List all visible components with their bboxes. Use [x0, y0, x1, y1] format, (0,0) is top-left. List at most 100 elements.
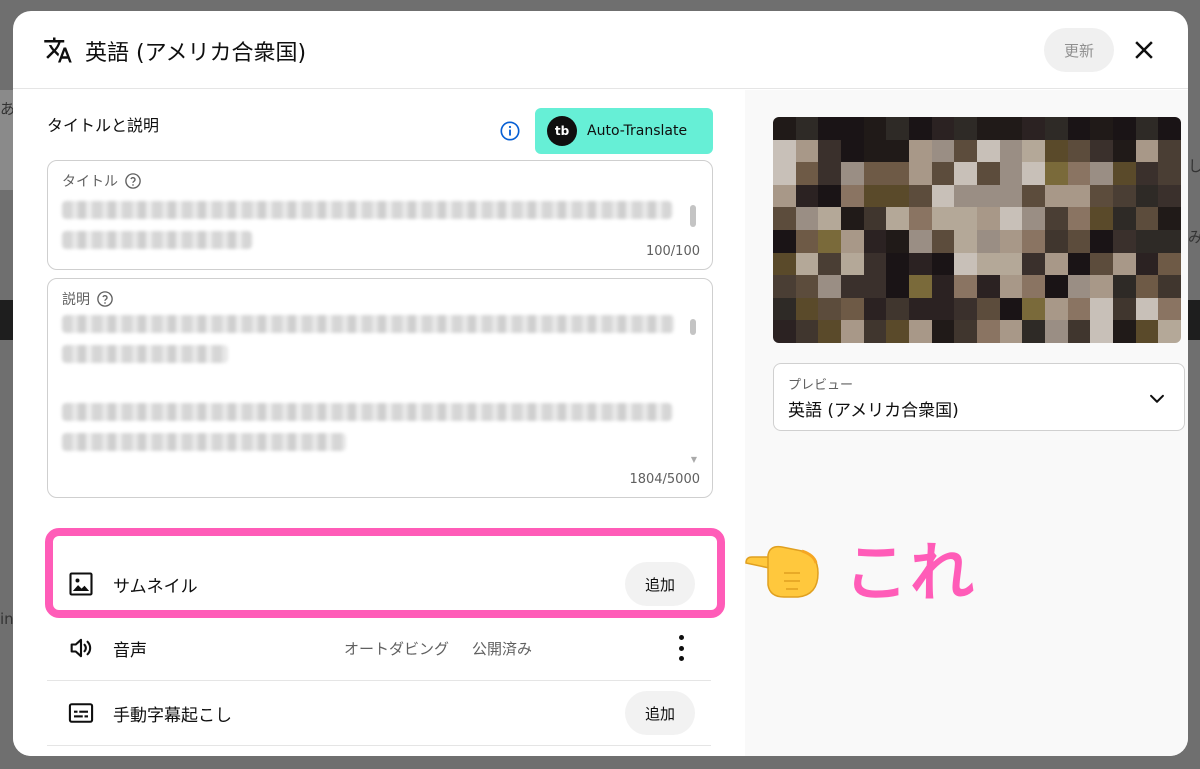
thumbnail-pixel — [1044, 252, 1068, 276]
update-button[interactable]: 更新 — [1044, 28, 1114, 72]
dubbing-label: オートダビング — [344, 639, 450, 658]
info-icon[interactable] — [499, 120, 521, 142]
form-pane: タイトルと説明 tb Auto-Translate タイトル 100/100 説… — [13, 90, 745, 756]
thumbnail-pixel — [818, 230, 841, 253]
thumbnail-pixel — [999, 297, 1023, 321]
scrollbar[interactable] — [690, 205, 696, 227]
thumbnail-pixel — [886, 184, 909, 208]
thumbnail-pixel — [1090, 184, 1113, 208]
more-options-icon[interactable] — [677, 635, 685, 661]
thumbnail-pixel — [863, 207, 887, 230]
thumbnail-pixel — [954, 230, 977, 253]
thumbnail-pixel — [840, 139, 864, 163]
scroll-down-icon[interactable]: ▼ — [691, 455, 697, 464]
subtitles-icon — [68, 703, 94, 723]
thumbnail-pixel — [908, 252, 932, 276]
add-subtitles-button[interactable]: 追加 — [625, 691, 695, 735]
annotation-text: これ — [844, 537, 976, 611]
thumbnail-pixel — [840, 320, 864, 343]
thumbnail-pixel — [976, 252, 1000, 276]
thumbnail-pixel — [886, 252, 909, 276]
thumbnail-pixel — [1022, 275, 1045, 298]
thumbnail-pixel — [773, 275, 796, 298]
thumbnail-pixel — [1090, 297, 1113, 321]
thumbnail-pixel — [773, 252, 796, 276]
thumbnail-pixel — [976, 320, 1000, 343]
audio-label: 音声 — [113, 640, 147, 661]
thumbnail-pixel — [886, 320, 909, 343]
thumbnail-pixel — [840, 117, 864, 140]
thumbnail-pixel — [1158, 117, 1181, 140]
thumbnail-pixel — [818, 320, 841, 343]
thumbnail-pixel — [773, 297, 796, 321]
thumbnail-pixel — [818, 139, 841, 163]
thumbnail-pixel — [1158, 207, 1181, 230]
thumbnail-pixel — [976, 275, 1000, 298]
thumbnail-pixel — [863, 252, 887, 276]
thumbnail-pixel — [1044, 162, 1068, 185]
thumbnail-pixel — [908, 275, 932, 298]
thumbnail-pixel — [954, 162, 977, 185]
thumbnail-pixel — [954, 252, 977, 276]
thumbnail-pixel — [1090, 275, 1113, 298]
close-icon[interactable] — [1129, 35, 1159, 65]
thumbnail-pixel — [1022, 139, 1045, 163]
title-field[interactable]: タイトル 100/100 — [47, 160, 713, 270]
thumbnail-pixel — [863, 139, 887, 163]
thumbnail-pixel — [863, 162, 887, 185]
thumbnail-pixel — [1112, 184, 1136, 208]
thumbnail-pixel — [954, 320, 977, 343]
thumbnail-pixel — [954, 184, 977, 208]
thumbnail-pixel — [886, 230, 909, 253]
thumbnail-pixel — [795, 207, 819, 230]
thumbnail-pixel — [1112, 252, 1136, 276]
thumbnail-pixel — [999, 252, 1023, 276]
thumbnail-pixel — [1067, 252, 1091, 276]
thumbnail-pixel — [1135, 252, 1159, 276]
thumbnail-pixel — [1067, 230, 1091, 253]
thumbnail-pixel — [1135, 230, 1159, 253]
thumbnail-pixel — [908, 139, 932, 163]
volume-icon — [70, 638, 92, 658]
thumbnail-pixel — [863, 297, 887, 321]
audio-row: 音声 オートダビング 公開済み — [47, 617, 711, 679]
dialog-title: 英語 (アメリカ合衆国) — [85, 41, 307, 66]
translate-icon — [44, 37, 72, 63]
backdrop-bar — [1186, 300, 1200, 340]
help-icon[interactable] — [124, 172, 142, 190]
description-label-text: 説明 — [62, 292, 90, 308]
thumbnail-pixel — [886, 162, 909, 185]
divider — [47, 680, 711, 681]
thumbnail-pixel — [954, 117, 977, 140]
thumbnail-pixel — [976, 162, 1000, 185]
thumbnail-pixel — [1044, 320, 1068, 343]
thumbnail-pixel — [886, 139, 909, 163]
audio-status: 公開済み — [472, 639, 533, 658]
scrollbar[interactable] — [690, 319, 696, 335]
preview-language-select[interactable]: プレビュー 英語 (アメリカ合衆国) — [773, 363, 1185, 431]
thumbnail-pixel — [818, 162, 841, 185]
thumbnail-pixel — [1112, 275, 1136, 298]
description-field[interactable]: 説明 ▼ 1804/5000 — [47, 278, 713, 498]
help-icon[interactable] — [96, 290, 114, 308]
blurred-description-text — [62, 315, 674, 333]
thumbnail-pixel — [976, 184, 1000, 208]
add-thumbnail-button[interactable]: 追加 — [625, 562, 695, 606]
thumbnail-pixel — [863, 117, 887, 140]
thumbnail-pixel — [795, 252, 819, 276]
thumbnail-pixel — [1067, 184, 1091, 208]
thumbnail-label: サムネイル — [113, 576, 198, 597]
thumbnail-pixel — [773, 207, 796, 230]
thumbnail-pixel — [1135, 162, 1159, 185]
thumbnail-pixel — [931, 162, 955, 185]
thumbnail-pixel — [795, 230, 819, 253]
thumbnail-pixel — [818, 184, 841, 208]
thumbnail-pixel — [795, 320, 819, 343]
thumbnail-pixel — [795, 162, 819, 185]
auto-translate-button[interactable]: tb Auto-Translate — [535, 108, 713, 154]
thumbnail-pixel — [999, 207, 1023, 230]
thumbnail-pixel — [840, 297, 864, 321]
thumbnail-pixel — [840, 207, 864, 230]
thumbnail-pixel — [999, 320, 1023, 343]
thumbnail-pixel — [999, 184, 1023, 208]
